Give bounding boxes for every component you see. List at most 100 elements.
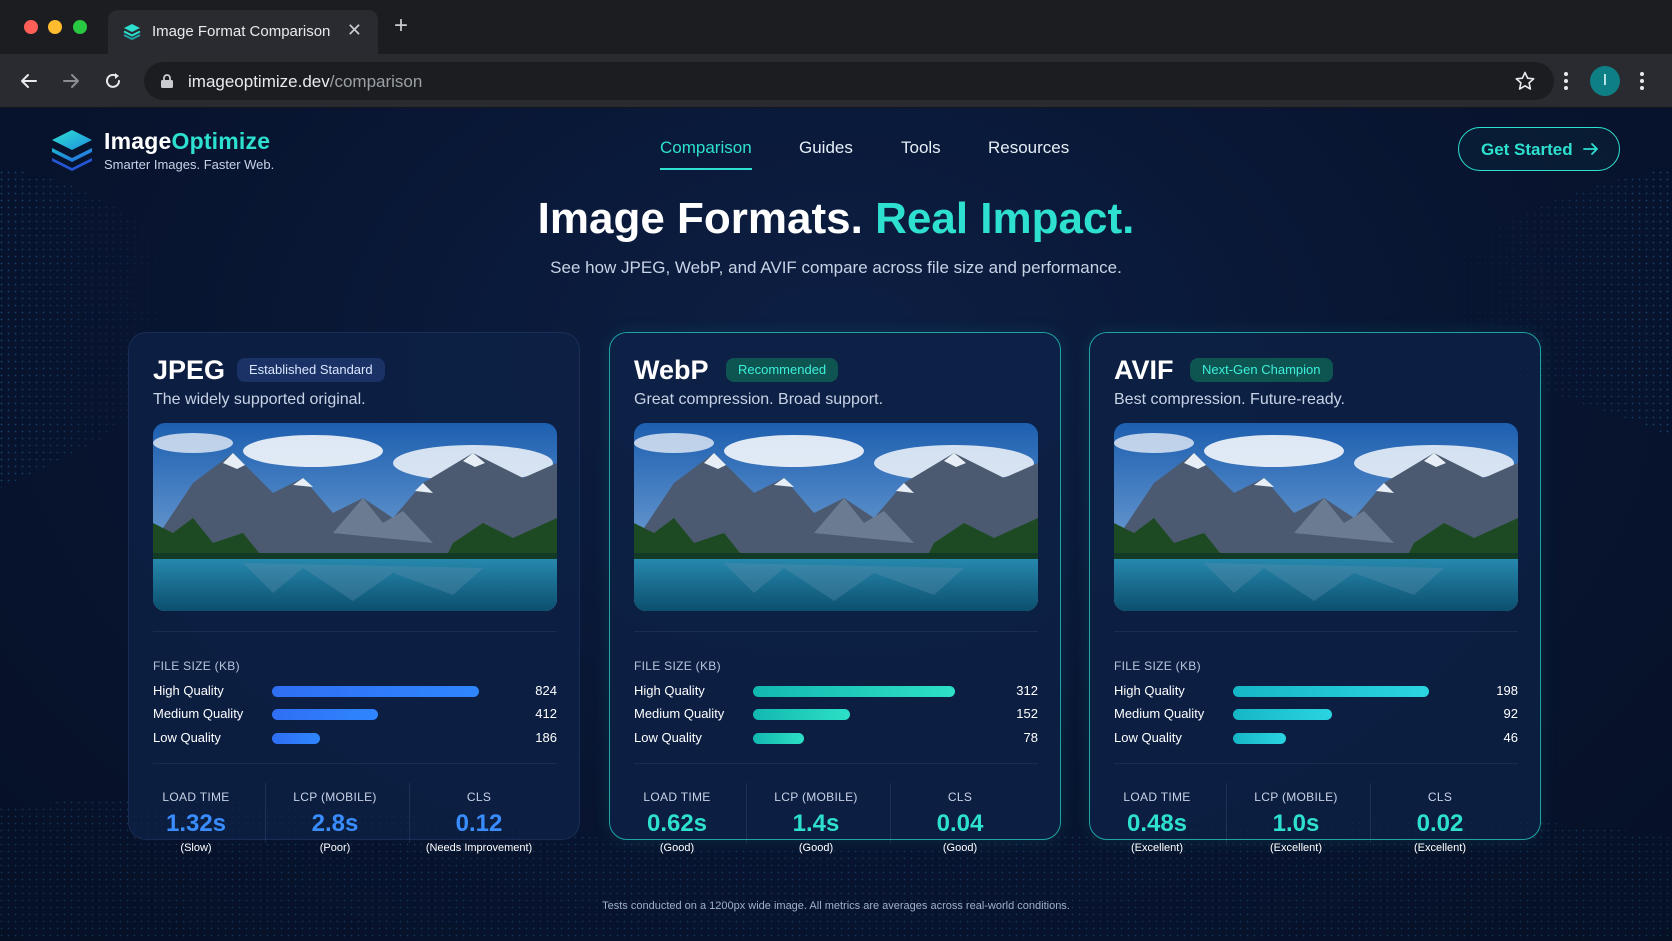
bar-row-high: High Quality 198 <box>1114 682 1518 700</box>
bar-value: 152 <box>1016 706 1038 721</box>
mountain-lake-image <box>634 423 1038 611</box>
tab-strip: Image Format Comparison ✕ + <box>0 0 1672 54</box>
format-name: AVIF <box>1114 355 1174 385</box>
bar-row-medium: Medium Quality 92 <box>1114 705 1518 723</box>
metric-note: (Slow) <box>180 842 212 854</box>
get-started-label: Get Started <box>1481 140 1573 159</box>
divider <box>153 763 557 764</box>
nav-resources[interactable]: Resources <box>988 138 1069 158</box>
arrow-right-icon <box>63 74 79 88</box>
bookmark-star-icon[interactable] <box>1514 70 1536 92</box>
metric-value: 1.0s <box>1272 810 1320 837</box>
divider <box>1114 631 1518 632</box>
metric-label: CLS <box>1427 790 1453 804</box>
metric-note: (Excellent) <box>1414 842 1466 854</box>
maximize-window-button[interactable] <box>73 20 87 34</box>
bar-row-medium: Medium Quality 152 <box>634 705 1038 723</box>
bar-track <box>753 733 983 744</box>
bar-track <box>1233 733 1463 744</box>
get-started-button[interactable]: Get Started <box>1458 127 1620 171</box>
bar-label: Medium Quality <box>153 706 244 721</box>
minimize-window-button[interactable] <box>48 20 62 34</box>
bar-fill <box>753 733 804 744</box>
bar-value: 412 <box>535 706 557 721</box>
bar-row-high: High Quality 824 <box>153 682 557 700</box>
metric-lcp: LCP (MOBILE) 1.0s (Excellent) <box>1221 790 1371 854</box>
page-content: ImageOptimize Smarter Images. Faster Web… <box>0 108 1672 941</box>
brand-logo-icon[interactable] <box>50 128 94 172</box>
browser-tab[interactable]: Image Format Comparison ✕ <box>108 10 378 54</box>
bar-fill <box>753 686 956 697</box>
format-description: The widely supported original. <box>153 391 366 408</box>
metric-label: LCP (MOBILE) <box>1254 790 1338 804</box>
format-badge: Recommended <box>726 358 839 382</box>
extensions-menu-icon[interactable] <box>1556 70 1576 92</box>
lock-icon <box>161 74 173 88</box>
bar-track <box>753 709 983 720</box>
divider <box>634 763 1038 764</box>
page-title: Image Formats. Real Impact. <box>0 194 1672 244</box>
divider <box>153 631 557 632</box>
bar-track <box>272 709 502 720</box>
metric-label: LCP (MOBILE) <box>293 790 377 804</box>
nav-comparison[interactable]: Comparison <box>660 138 752 158</box>
metric-value: 0.02 <box>1416 810 1464 837</box>
mountain-lake-image <box>1114 423 1518 611</box>
page-title-accent: Real Impact. <box>875 194 1135 243</box>
format-card-avif: AVIF Next-Gen Champion Best compression.… <box>1089 332 1541 854</box>
bar-track <box>272 733 502 744</box>
metric-value: 0.62s <box>646 810 708 837</box>
back-button[interactable] <box>14 66 44 96</box>
format-description: Great compression. Broad support. <box>634 391 884 408</box>
format-badge: Next-Gen Champion <box>1190 358 1333 382</box>
bar-value: 312 <box>1016 683 1038 698</box>
brand-name-accent: Optimize <box>171 128 271 154</box>
browser-toolbar: imageoptimize.dev/comparison I <box>0 54 1672 108</box>
nav-guides[interactable]: Guides <box>799 138 853 158</box>
reload-button[interactable] <box>98 66 128 96</box>
nav-tools[interactable]: Tools <box>901 138 941 158</box>
format-name: WebP <box>634 355 709 385</box>
bar-value: 78 <box>1023 730 1038 745</box>
metric-note: (Good) <box>942 842 978 854</box>
format-description: Best compression. Future-ready. <box>1114 391 1345 408</box>
bar-track <box>1233 686 1463 697</box>
divider <box>1114 763 1518 764</box>
metric-label: LOAD TIME <box>1123 790 1191 804</box>
bar-label: Low Quality <box>634 730 702 745</box>
page-title-main: Image Formats. <box>537 194 863 243</box>
metric-note: (Excellent) <box>1131 842 1183 854</box>
metric-value: 0.12 <box>455 810 503 837</box>
new-tab-icon[interactable]: + <box>394 14 408 38</box>
profile-avatar[interactable]: I <box>1590 66 1620 96</box>
bar-row-low: Low Quality 186 <box>153 729 557 747</box>
metric-load-time: LOAD TIME 0.62s (Good) <box>602 790 752 854</box>
close-tab-icon[interactable]: ✕ <box>347 20 362 41</box>
bar-label: High Quality <box>153 683 224 698</box>
metric-lcp: LCP (MOBILE) 1.4s (Good) <box>741 790 891 854</box>
metric-load-time: LOAD TIME 0.48s (Excellent) <box>1082 790 1232 854</box>
file-size-label: FILE SIZE (KB) <box>1114 659 1201 673</box>
bar-fill <box>1233 709 1332 720</box>
address-bar[interactable]: imageoptimize.dev/comparison <box>144 62 1554 100</box>
close-window-button[interactable] <box>24 20 38 34</box>
bar-label: Medium Quality <box>634 706 725 721</box>
metric-lcp: LCP (MOBILE) 2.8s (Poor) <box>260 790 410 854</box>
bar-fill <box>1233 686 1429 697</box>
brand-name[interactable]: ImageOptimize <box>104 128 270 155</box>
bar-fill <box>272 686 479 697</box>
bar-row-low: Low Quality 78 <box>634 729 1038 747</box>
browser-menu-icon[interactable] <box>1632 70 1652 92</box>
metric-label: LOAD TIME <box>643 790 711 804</box>
active-nav-indicator <box>660 168 752 170</box>
forward-button[interactable] <box>56 66 86 96</box>
bar-value: 824 <box>535 683 557 698</box>
browser-window: Image Format Comparison ✕ + imageoptimiz… <box>0 0 1672 941</box>
bar-row-low: Low Quality 46 <box>1114 729 1518 747</box>
layers-icon <box>123 24 141 41</box>
brand-tagline: Smarter Images. Faster Web. <box>104 157 275 172</box>
bar-label: Low Quality <box>153 730 221 745</box>
page-subtitle: See how JPEG, WebP, and AVIF compare acr… <box>550 258 1122 277</box>
bar-value: 186 <box>535 730 557 745</box>
bar-fill <box>272 709 378 720</box>
